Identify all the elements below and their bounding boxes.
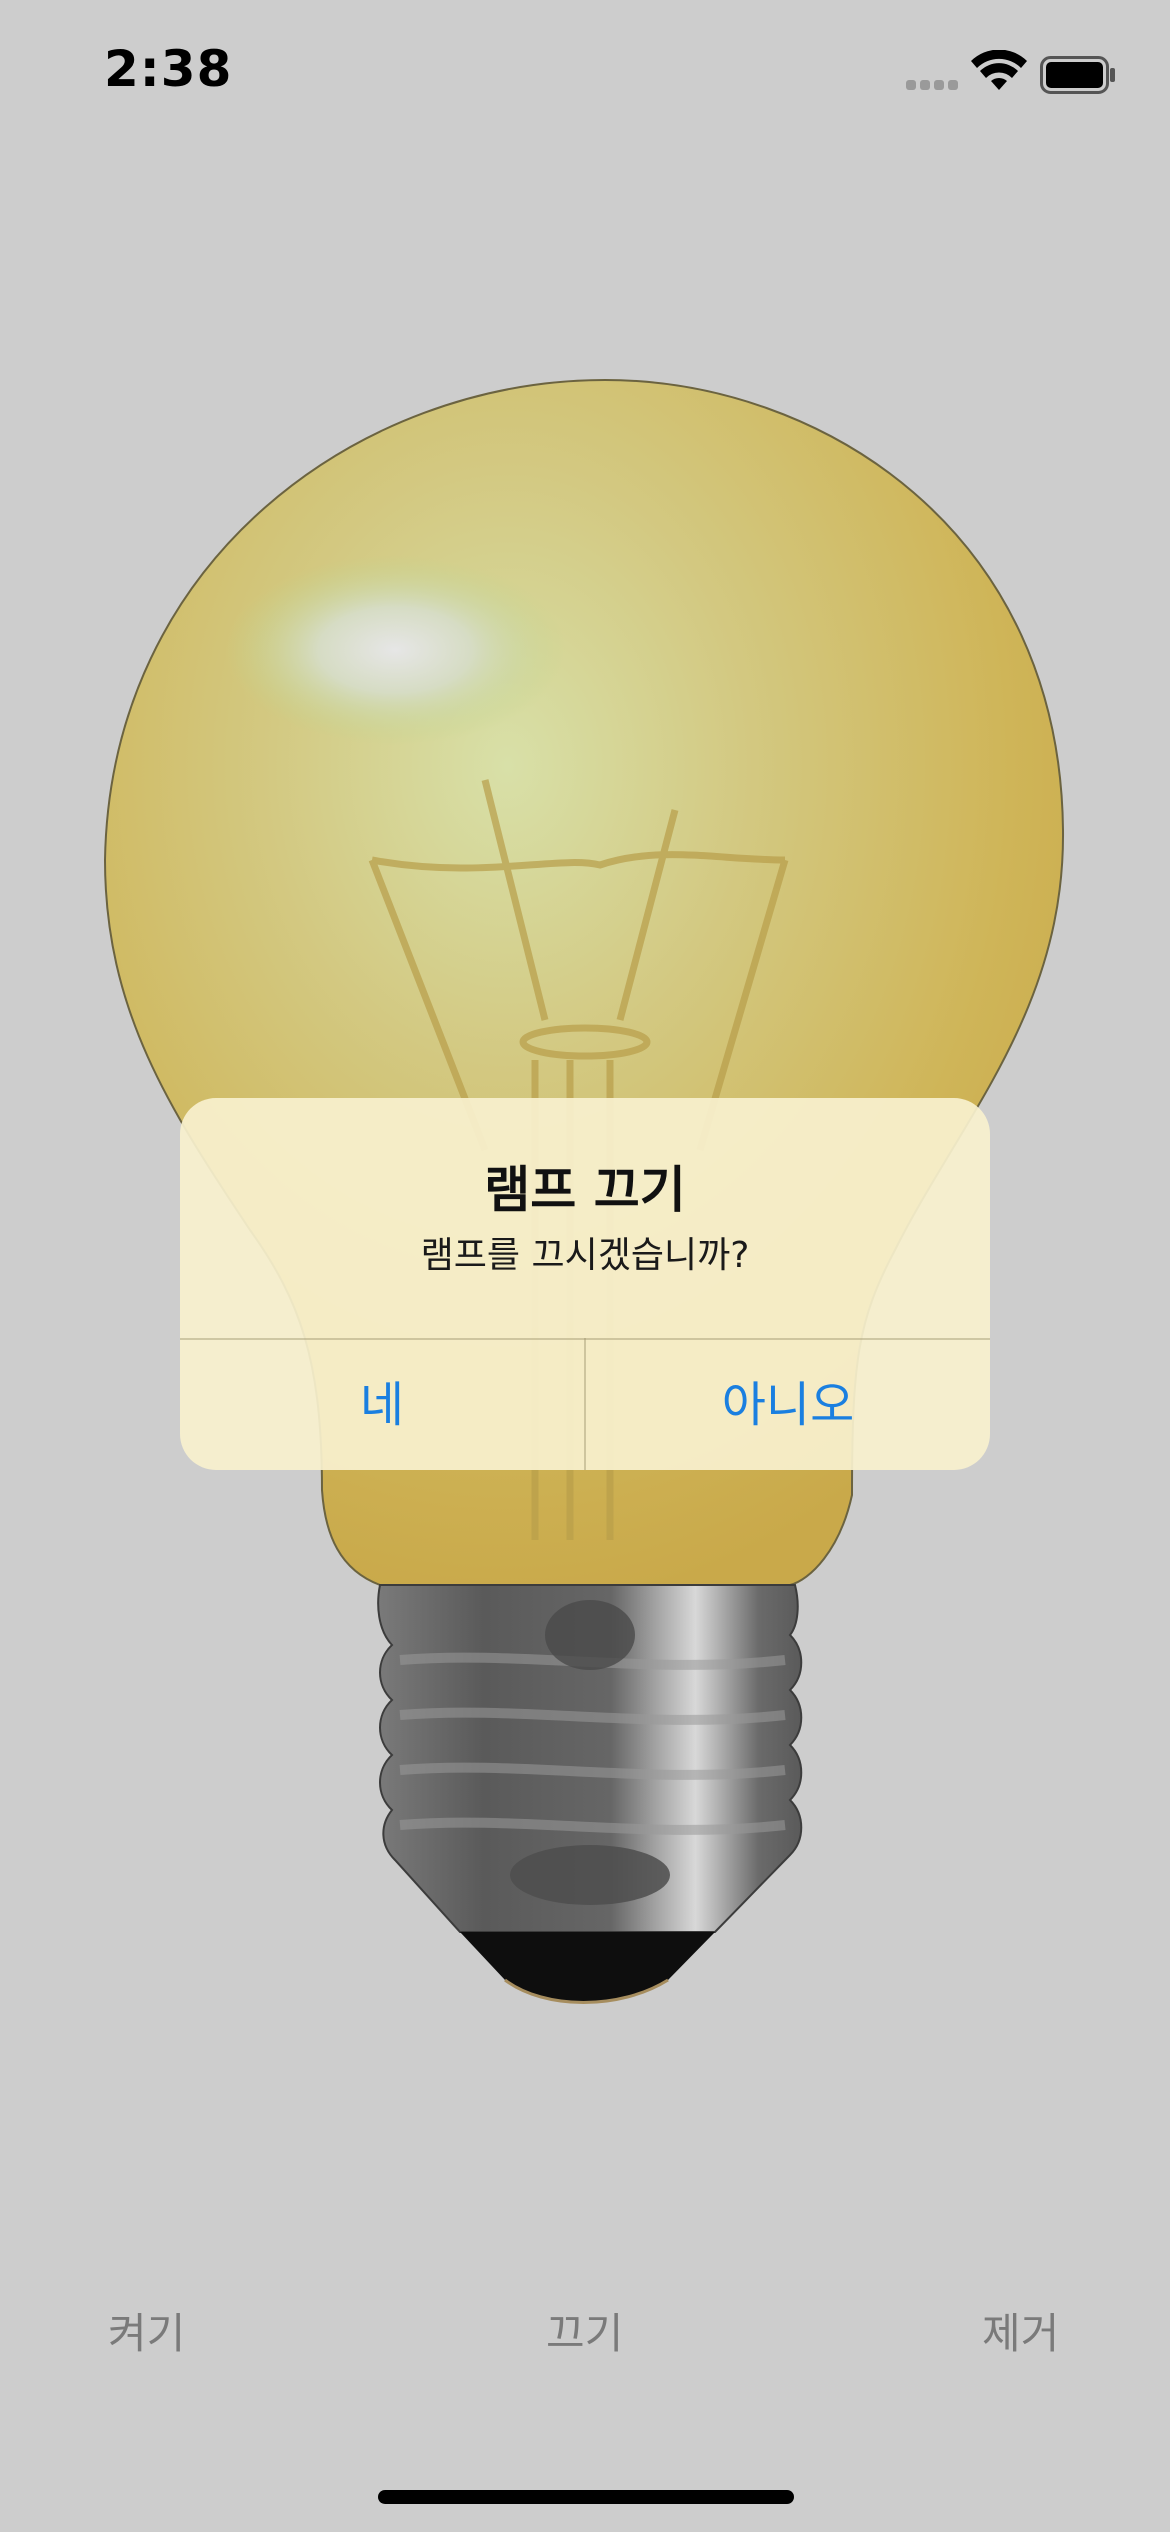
- remove-button[interactable]: 제거: [982, 2300, 1059, 2361]
- cellular-signal-icon: [906, 80, 960, 92]
- turn-off-button[interactable]: 끄기: [546, 2300, 623, 2361]
- alert-dialog: 램프 끄기 램프를 끄시겠습니까? 네 아니오: [180, 1098, 990, 1470]
- battery-icon: [1040, 56, 1115, 94]
- turn-on-button[interactable]: 켜기: [108, 2300, 185, 2361]
- wifi-icon: [971, 50, 1027, 90]
- home-indicator: [378, 2490, 794, 2504]
- dialog-message: 램프를 끄시겠습니까?: [420, 1235, 750, 1276]
- screen: 2:38 램프 끄기 램프를 끄시겠습니까? 네 아니오 켜기 끄기 제거: [0, 0, 1170, 2532]
- status-time: 2:38: [104, 40, 233, 98]
- no-button[interactable]: 아니오: [586, 1340, 990, 1470]
- status-bar: 2:38: [0, 0, 1170, 150]
- yes-button[interactable]: 네: [180, 1340, 584, 1470]
- dialog-title: 램프 끄기: [484, 1161, 686, 1219]
